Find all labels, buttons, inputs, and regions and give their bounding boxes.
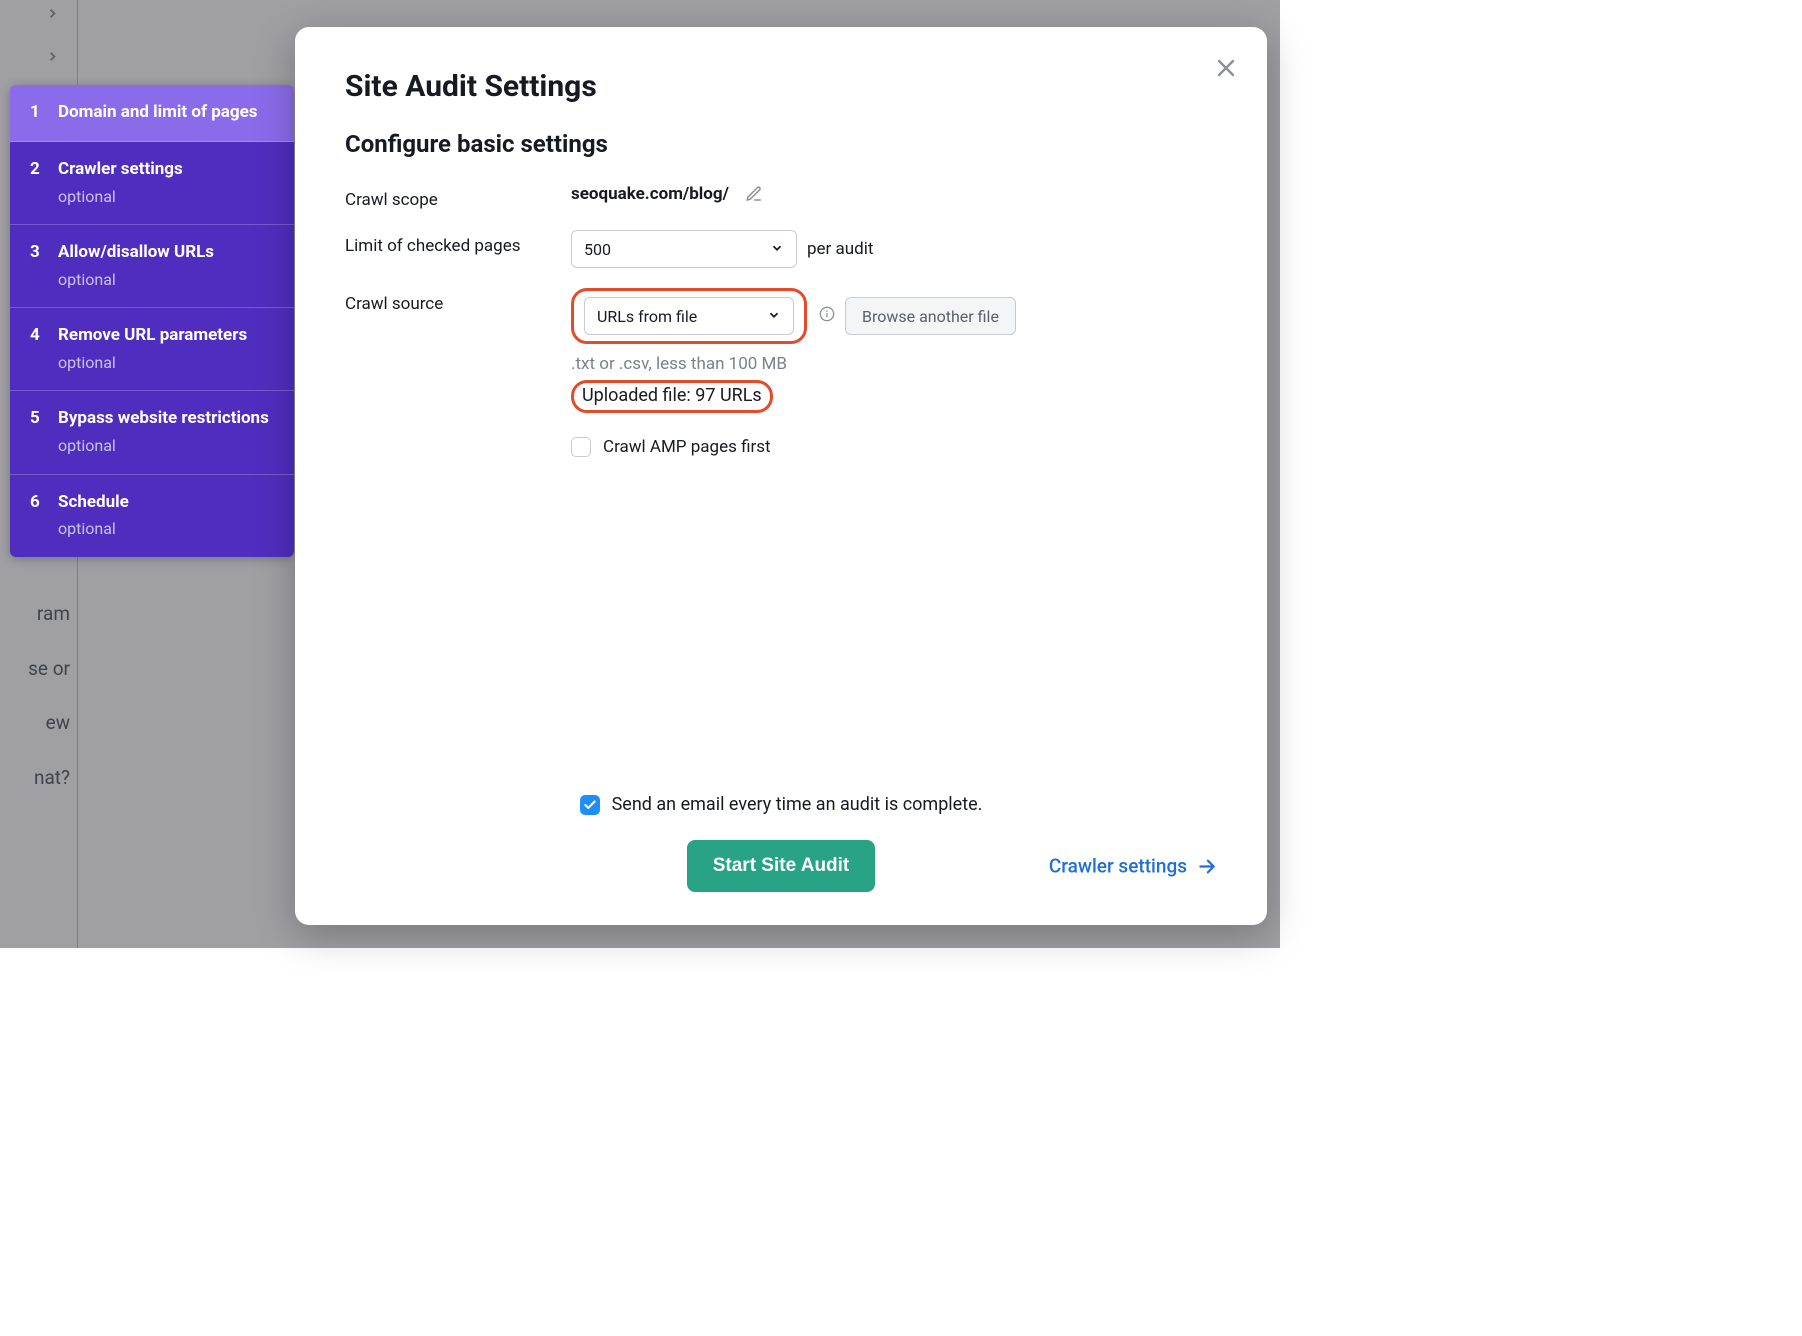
limit-select[interactable]: 500 [571,230,797,268]
check-icon [583,798,597,812]
limit-suffix: per audit [807,239,873,259]
section-title: Configure basic settings [345,130,1217,158]
crawler-settings-link[interactable]: Crawler settings [1049,855,1217,878]
step-allow-disallow[interactable]: 3 Allow/disallow URLs optional [10,225,294,308]
crawl-amp-label: Crawl AMP pages first [603,437,771,457]
step-optional: optional [58,435,269,457]
email-notify-checkbox[interactable] [580,795,600,815]
file-hint: .txt or .csv, less than 100 MB [571,354,787,374]
step-title: Allow/disallow URLs [58,241,214,265]
arrow-right-icon [1197,856,1217,876]
step-optional: optional [58,352,247,374]
info-icon[interactable] [819,306,835,327]
pencil-icon [745,185,763,203]
close-button[interactable] [1211,53,1241,83]
highlight-ring: URLs from file [571,288,807,344]
step-number: 2 [30,158,42,208]
limit-select-value: 500 [584,240,611,259]
step-title: Domain and limit of pages [58,101,258,125]
step-bypass-restrictions[interactable]: 5 Bypass website restrictions optional [10,391,294,474]
crawl-source-select[interactable]: URLs from file [584,297,794,335]
step-number: 6 [30,491,42,541]
edit-crawl-scope-button[interactable] [745,185,763,203]
crawl-source-label: Crawl source [345,288,571,314]
step-optional: optional [58,186,183,208]
step-title: Bypass website restrictions [58,407,269,431]
step-number: 4 [30,324,42,374]
highlight-ring: Uploaded file: 97 URLs [571,380,773,413]
setup-steps-sidebar: 1 Domain and limit of pages 2 Crawler se… [10,85,294,557]
uploaded-file-status: Uploaded file: 97 URLs [582,385,762,406]
modal-title: Site Audit Settings [345,69,1217,104]
crawl-scope-value: seoquake.com/blog/ [571,184,729,204]
step-number: 1 [30,101,42,125]
step-crawler-settings[interactable]: 2 Crawler settings optional [10,142,294,225]
step-title: Crawler settings [58,158,183,182]
step-remove-url-params[interactable]: 4 Remove URL parameters optional [10,308,294,391]
step-optional: optional [58,518,129,540]
chevron-down-icon [770,240,784,259]
close-icon [1214,56,1238,80]
step-optional: optional [58,269,214,291]
crawl-amp-checkbox[interactable] [571,437,591,457]
step-title: Remove URL parameters [58,324,247,348]
browse-file-button[interactable]: Browse another file [845,297,1016,335]
step-number: 5 [30,407,42,457]
start-site-audit-button[interactable]: Start Site Audit [687,840,876,892]
step-title: Schedule [58,491,129,515]
step-domain-limit[interactable]: 1 Domain and limit of pages [10,85,294,142]
crawl-source-value: URLs from file [597,307,697,326]
email-notify-label: Send an email every time an audit is com… [612,794,983,815]
bg-text-fragments: ram se or ew nat? [0,600,70,818]
step-schedule[interactable]: 6 Schedule optional [10,475,294,557]
limit-label: Limit of checked pages [345,230,571,256]
bg-chevrons [45,6,60,64]
site-audit-settings-modal: Site Audit Settings Configure basic sett… [295,27,1267,925]
chevron-down-icon [767,307,781,326]
step-number: 3 [30,241,42,291]
crawl-scope-label: Crawl scope [345,184,571,210]
